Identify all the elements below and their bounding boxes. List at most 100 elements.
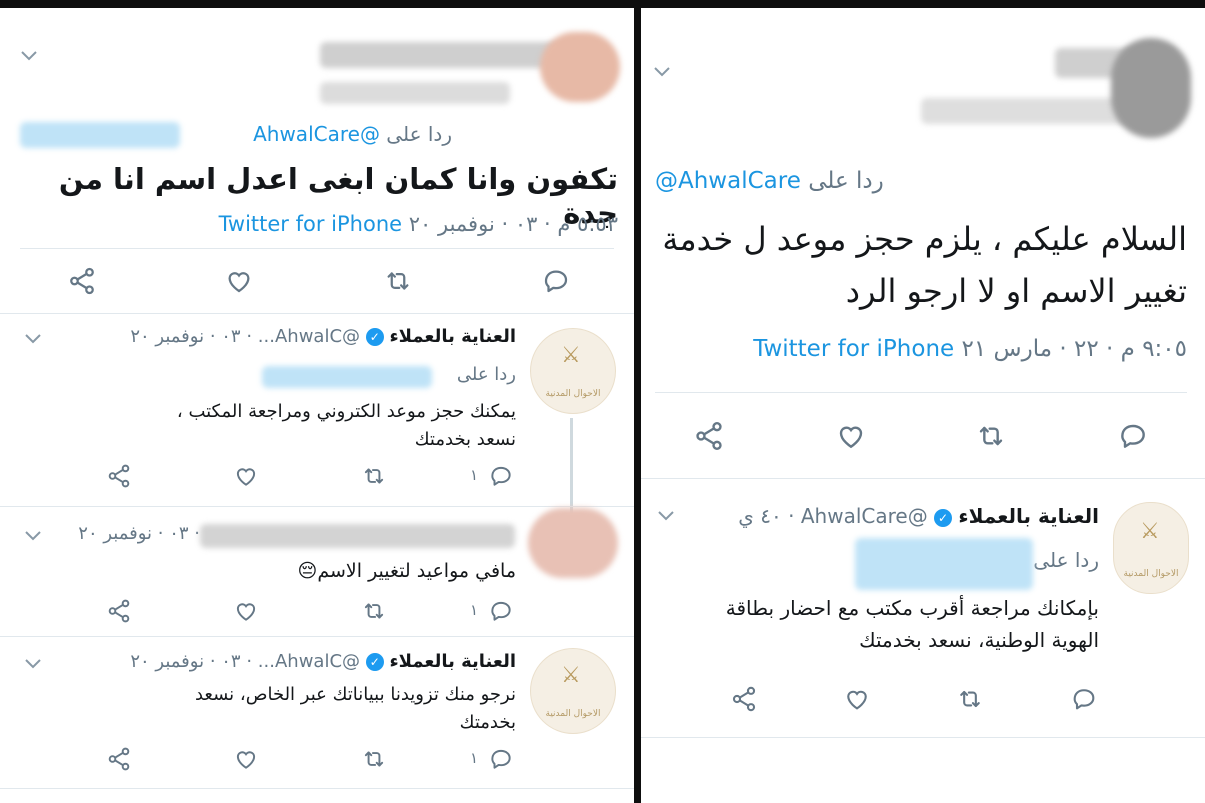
tweet-text: السلام عليكم ، يلزم حجز موعد ل خدمة تغيي…	[662, 213, 1187, 317]
retweet-icon[interactable]	[975, 420, 1007, 452]
author-handle[interactable]: @AhwalC...	[258, 651, 360, 672]
like-icon[interactable]	[843, 685, 871, 713]
tweet-meta: ٥:٥٣ م · ٠٣ · نوفمبر ٢٠ Twitter for iPho…	[219, 212, 618, 236]
author-name[interactable]: العناية بالعملاء	[958, 504, 1099, 528]
emblem-icon: ⚔	[1140, 519, 1160, 544]
reply-date: · ٠٣ · نوفمبر ٢٠	[130, 651, 253, 672]
blurred-avatar	[528, 508, 618, 578]
avatar[interactable]: ⚔ الاحوال المدنية	[1113, 502, 1189, 594]
emblem-icon: ⚔	[561, 663, 581, 688]
share-icon[interactable]	[106, 746, 132, 772]
retweet-icon[interactable]	[361, 598, 387, 624]
reply-icon[interactable]	[488, 598, 514, 624]
share-icon[interactable]	[693, 420, 725, 452]
reply-count: ١	[470, 466, 479, 484]
tweet-timestamp: ٥:٥٣ م · ٠٣ · نوفمبر ٢٠	[408, 212, 618, 236]
divider	[641, 478, 1205, 479]
blurred-avatar	[1111, 38, 1191, 138]
verified-icon: ✓	[365, 653, 384, 671]
tweet-text-line: السلام عليكم ، يلزم حجز موعد ل خدمة	[662, 220, 1187, 258]
author-handle[interactable]: @AhwalC...	[258, 326, 360, 347]
chevron-down-icon[interactable]	[24, 530, 42, 542]
share-icon[interactable]	[730, 685, 758, 713]
chevron-down-icon[interactable]	[20, 50, 38, 62]
like-icon[interactable]	[233, 746, 259, 772]
reply-handle-link[interactable]: @AhwalCare	[253, 122, 380, 146]
reply-to-line: @AhwalCare ردا على	[655, 168, 884, 194]
reply-prefix: ردا على	[386, 122, 452, 146]
blurred-username	[200, 524, 515, 548]
left-tweet-panel: ردا على @AhwalCare تكفون وانا كمان ابغى …	[0, 8, 634, 803]
reply-text-line: نسعد بخدمتك	[414, 429, 516, 450]
tweet-source-link[interactable]: Twitter for iPhone	[753, 336, 954, 362]
reply-text: نرجو منك تزويدنا ببياناتك عبر الخاص، نسع…	[195, 681, 516, 737]
chevron-down-icon[interactable]	[24, 333, 42, 345]
chevron-down-icon[interactable]	[657, 510, 675, 522]
like-icon[interactable]	[233, 598, 259, 624]
reply-header: · ٠٣ · نوفمبر ٢٠	[78, 523, 200, 544]
reply-text-line: بخدمتك	[459, 712, 516, 733]
share-icon[interactable]	[106, 463, 132, 489]
divider	[0, 506, 634, 507]
avatar-label: الاحوال المدنية	[545, 389, 601, 399]
reply-text-line: الهوية الوطنية، نسعد بخدمتك	[859, 628, 1099, 652]
reply-text-line: نرجو منك تزويدنا ببياناتك عبر الخاص، نسع…	[194, 684, 516, 705]
reply-text-line: يمكنك حجز موعد الكتروني ومراجعة المكتب ،	[176, 401, 516, 422]
reply-text: يمكنك حجز موعد الكتروني ومراجعة المكتب ،…	[177, 398, 516, 454]
author-name[interactable]: العناية بالعملاء	[389, 651, 516, 672]
reply-text: بإمكانك مراجعة أقرب مكتب مع احضار بطاقة …	[726, 592, 1099, 656]
reply-age: · ٤٠ ي	[738, 504, 795, 528]
reply-to-line: ردا على	[1033, 548, 1099, 572]
share-icon[interactable]	[106, 598, 132, 624]
like-icon[interactable]	[224, 266, 254, 296]
retweet-icon[interactable]	[361, 746, 387, 772]
blurred-avatar	[540, 32, 620, 102]
reply-icon[interactable]	[1070, 685, 1098, 713]
avatar-label: الاحوال المدنية	[545, 709, 601, 719]
reply-text-line: بإمكانك مراجعة أقرب مكتب مع احضار بطاقة	[725, 596, 1099, 620]
reply-header: العناية بالعملاء ✓ @AhwalC... · ٠٣ · نوف…	[130, 326, 516, 347]
like-icon[interactable]	[835, 420, 867, 452]
reply-icon[interactable]	[488, 746, 514, 772]
chevron-down-icon[interactable]	[653, 66, 671, 78]
like-icon[interactable]	[233, 463, 259, 489]
avatar[interactable]: ⚔ الاحوال المدنية	[530, 648, 616, 734]
blurred-reply-handle	[20, 122, 180, 148]
avatar-label: الاحوال المدنية	[1123, 569, 1179, 579]
chevron-down-icon[interactable]	[24, 658, 42, 670]
retweet-icon[interactable]	[361, 463, 387, 489]
retweet-icon[interactable]	[956, 685, 984, 713]
divider	[655, 392, 1187, 393]
reply-icon[interactable]	[1117, 420, 1149, 452]
reply-handle-link[interactable]: @AhwalCare	[655, 168, 801, 194]
retweet-icon[interactable]	[383, 266, 413, 296]
author-name[interactable]: العناية بالعملاء	[389, 326, 516, 347]
reply-prefix: ردا على	[1033, 548, 1099, 572]
divider	[0, 636, 634, 637]
divider	[0, 788, 634, 789]
reply-prefix: ردا على	[456, 364, 516, 385]
verified-icon: ✓	[934, 508, 953, 527]
tweet-source-link[interactable]: Twitter for iPhone	[219, 212, 403, 236]
blurred-handle	[320, 82, 510, 104]
reply-count: ١	[470, 749, 479, 767]
author-handle[interactable]: @AhwalCare	[801, 504, 928, 528]
reply-icon[interactable]	[541, 266, 571, 296]
emblem-icon: ⚔	[561, 343, 581, 368]
tweet-meta: ٩:٠٥ م · ٢٢ · مارس ٢١ Twitter for iPhone	[753, 336, 1187, 362]
blurred-reply-handle	[262, 366, 432, 388]
divider	[20, 248, 614, 249]
verified-icon: ✓	[365, 328, 384, 346]
reply-count: ١	[470, 601, 479, 619]
tweet-timestamp: ٩:٠٥ م · ٢٢ · مارس ٢١	[961, 336, 1188, 362]
right-tweet-panel: @AhwalCare ردا على السلام عليكم ، يلزم ح…	[641, 8, 1205, 803]
reply-prefix: ردا على	[808, 168, 884, 194]
divider	[641, 737, 1205, 738]
reply-icon[interactable]	[488, 463, 514, 489]
share-icon[interactable]	[67, 266, 97, 296]
tweet-text-line: تغيير الاسم او لا ارجو الرد	[845, 272, 1187, 310]
reply-to-line: ردا على	[457, 364, 516, 385]
reply-text: مافي مواعيد لتغيير الاسم😔	[297, 560, 516, 582]
avatar[interactable]: ⚔ الاحوال المدنية	[530, 328, 616, 414]
reply-to-line: ردا على @AhwalCare	[253, 122, 452, 146]
